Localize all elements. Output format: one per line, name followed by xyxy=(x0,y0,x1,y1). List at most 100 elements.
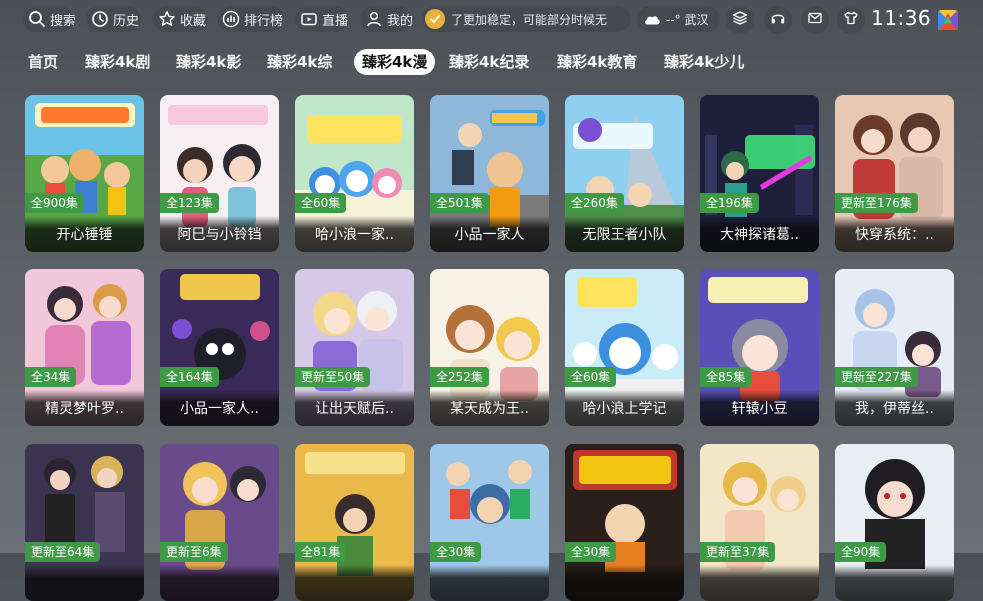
episode-badge: 更新至50集 xyxy=(295,367,371,387)
episode-badge: 全81集 xyxy=(295,542,347,562)
user-icon xyxy=(365,10,383,28)
poster-card[interactable]: 全60集 哈小浪上学记 xyxy=(565,269,684,426)
weather-text: --° 武汉 xyxy=(666,12,709,27)
poster-title: 无限王者小队 xyxy=(582,227,667,243)
tab-4k-anime[interactable]: 臻彩4k漫 xyxy=(354,49,436,75)
weather-widget[interactable]: --° 武汉 xyxy=(636,5,721,33)
search-button[interactable]: 搜索 xyxy=(22,5,75,33)
live-button[interactable]: 直播 xyxy=(294,5,350,33)
episode-badge: 更新至37集 xyxy=(700,542,776,562)
episode-badge: 全60集 xyxy=(565,367,617,387)
category-tabs: 首页 臻彩4k剧 臻彩4k影 臻彩4k综 臻彩4k漫 臻彩4k纪录 臻彩4k教育… xyxy=(0,48,983,78)
ranking-button[interactable]: 排行榜 xyxy=(216,5,285,33)
headset-button[interactable] xyxy=(764,6,792,34)
tshirt-icon xyxy=(843,10,859,30)
ranking-label: 排行榜 xyxy=(244,13,284,29)
mail-icon xyxy=(807,10,823,30)
ranking-icon xyxy=(222,10,240,28)
poster-title: 轩辕小豆 xyxy=(731,401,788,417)
episode-badge: 更新至64集 xyxy=(25,542,101,562)
episode-badge: 更新至176集 xyxy=(835,193,918,213)
mine-button[interactable]: 我的 xyxy=(359,5,413,33)
tv-icon xyxy=(300,10,318,28)
episode-badge: 更新至227集 xyxy=(835,367,918,387)
poster-card[interactable]: 全196集 大神探诸葛.. xyxy=(700,95,819,252)
poster-title: 开心锤锤 xyxy=(56,227,113,243)
live-label: 直播 xyxy=(322,13,349,29)
tab-home[interactable]: 首页 xyxy=(28,49,58,75)
poster-card[interactable]: 全164集 小品一家人.. xyxy=(160,269,279,426)
cloud-icon xyxy=(642,10,662,28)
episode-badge: 全34集 xyxy=(25,367,77,387)
poster-title: 小品一家人.. xyxy=(180,401,259,417)
history-label: 历史 xyxy=(113,13,140,29)
episode-badge: 全85集 xyxy=(700,367,752,387)
star-icon xyxy=(158,10,176,28)
poster-card[interactable]: 更新至176集 快穿系统：.. xyxy=(835,95,954,252)
poster-title: 我，伊蒂丝.. xyxy=(855,401,934,417)
poster-card[interactable]: 全60集 哈小浪一家.. xyxy=(295,95,414,252)
coin-icon xyxy=(425,9,445,29)
tab-4k-kids[interactable]: 臻彩4k少儿 xyxy=(664,49,744,75)
notice-text: 了更加稳定，可能部分时候无 xyxy=(451,12,608,27)
episode-badge: 全196集 xyxy=(700,193,759,213)
tab-4k-documentary[interactable]: 臻彩4k纪录 xyxy=(449,49,529,75)
poster-card[interactable]: 全90集 xyxy=(835,444,954,601)
episode-badge: 更新至6集 xyxy=(160,542,228,562)
mine-label: 我的 xyxy=(387,13,413,29)
poster-title: 某天成为王.. xyxy=(450,401,529,417)
episode-badge: 全123集 xyxy=(160,193,219,213)
poster-title: 阿巳与小铃铛 xyxy=(177,227,262,243)
episode-badge: 全260集 xyxy=(565,193,624,213)
skin-button[interactable] xyxy=(837,6,865,34)
tab-4k-drama[interactable]: 臻彩4k剧 xyxy=(85,49,150,75)
episode-badge: 全30集 xyxy=(430,542,482,562)
poster-title: 哈小浪一家.. xyxy=(315,227,394,243)
search-icon xyxy=(28,10,46,28)
poster-card[interactable]: 全34集 精灵梦叶罗.. xyxy=(25,269,144,426)
poster-card[interactable]: 更新至227集 我，伊蒂丝.. xyxy=(835,269,954,426)
headset-icon xyxy=(770,10,786,30)
poster-title: 小品一家人 xyxy=(454,227,525,243)
poster-card[interactable]: 全900集 开心锤锤 xyxy=(25,95,144,252)
episode-badge: 全90集 xyxy=(835,542,887,562)
favorites-button[interactable]: 收藏 xyxy=(152,5,209,33)
poster-title: 让出天赋后.. xyxy=(315,401,394,417)
episode-badge: 全900集 xyxy=(25,193,84,213)
poster-card[interactable]: 全260集 无限王者小队 xyxy=(565,95,684,252)
episode-badge: 全30集 xyxy=(565,542,617,562)
episode-badge: 全252集 xyxy=(430,367,489,387)
poster-card[interactable]: 全123集 阿巳与小铃铛 xyxy=(160,95,279,252)
poster-card[interactable]: 全30集 xyxy=(565,444,684,601)
poster-title: 大神探诸葛.. xyxy=(720,227,799,243)
poster-title: 精灵梦叶罗.. xyxy=(45,401,124,417)
poster-title: 快穿系统：.. xyxy=(855,227,934,243)
poster-title: 哈小浪上学记 xyxy=(582,401,667,417)
poster-card[interactable]: 全30集 xyxy=(430,444,549,601)
favorites-label: 收藏 xyxy=(180,13,207,29)
notice-marquee[interactable]: 了更加稳定，可能部分时候无 xyxy=(421,5,632,33)
tab-4k-variety[interactable]: 臻彩4k综 xyxy=(267,49,332,75)
top-bar: 搜索 历史 收藏 排行榜 直播 我的 了更加稳定，可能部分时候无 --° 武汉 … xyxy=(0,0,983,40)
poster-card[interactable]: 更新至37集 xyxy=(700,444,819,601)
poster-card[interactable]: 更新至50集 让出天赋后.. xyxy=(295,269,414,426)
poster-card[interactable]: 全501集 小品一家人 xyxy=(430,95,549,252)
poster-card[interactable]: 全252集 某天成为王.. xyxy=(430,269,549,426)
poster-card[interactable]: 全81集 xyxy=(295,444,414,601)
layers-icon xyxy=(732,10,748,30)
poster-card[interactable]: 全85集 轩辕小豆 xyxy=(700,269,819,426)
layers-button[interactable] xyxy=(726,6,754,34)
tab-4k-education[interactable]: 臻彩4k教育 xyxy=(557,49,637,75)
episode-badge: 全60集 xyxy=(295,193,347,213)
search-label: 搜索 xyxy=(50,13,75,29)
app-logo-icon xyxy=(937,9,959,31)
tab-4k-movie[interactable]: 臻彩4k影 xyxy=(176,49,241,75)
poster-card[interactable]: 更新至6集 xyxy=(160,444,279,601)
history-icon xyxy=(91,10,109,28)
poster-card[interactable]: 更新至64集 xyxy=(25,444,144,601)
episode-badge: 全501集 xyxy=(430,193,489,213)
mail-button[interactable] xyxy=(801,6,829,34)
history-button[interactable]: 历史 xyxy=(85,5,142,33)
clock: 11:36 xyxy=(871,6,932,30)
episode-badge: 全164集 xyxy=(160,367,219,387)
